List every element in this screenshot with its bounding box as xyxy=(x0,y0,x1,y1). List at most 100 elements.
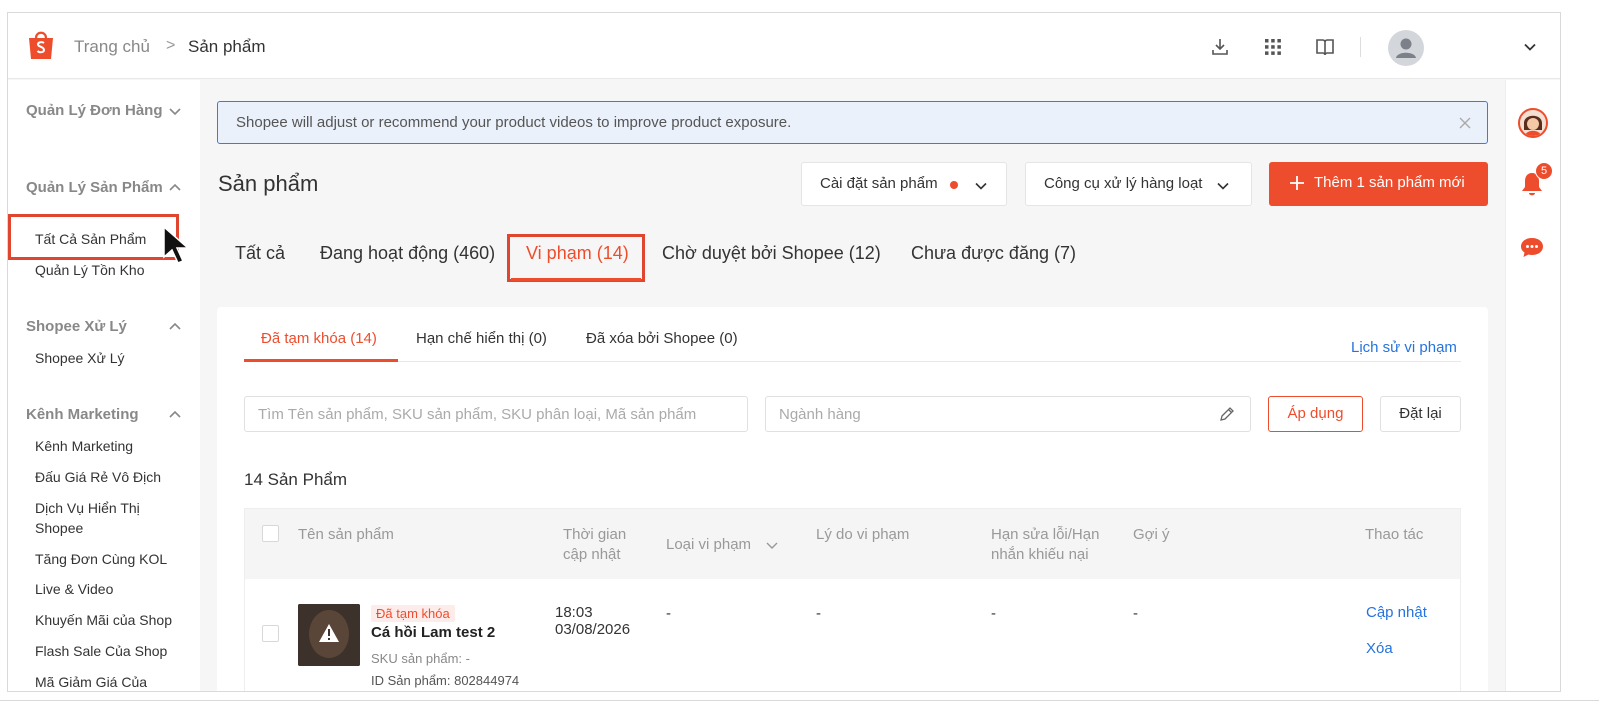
subtab-deleted-by-shopee[interactable]: Đã xóa bởi Shopee (0) xyxy=(586,330,738,347)
close-icon[interactable] xyxy=(1458,116,1472,130)
delete-link[interactable]: Xóa xyxy=(1366,640,1393,657)
sidebar-item-display-service[interactable]: Dịch Vụ Hiển Thị Shopee xyxy=(35,498,185,538)
table-row: Đã tạm khóa Cá hồi Lam test 2 SKU sản ph… xyxy=(245,579,1460,691)
sidebar-item-live-video[interactable]: Live & Video xyxy=(35,579,185,599)
header-actions: Thao tác xyxy=(1365,526,1424,543)
header-reason: Lý do vi phạm xyxy=(816,526,910,543)
active-subtab-underline xyxy=(244,359,398,362)
update-link[interactable]: Cập nhật xyxy=(1366,604,1427,621)
chevron-down-icon xyxy=(975,182,987,190)
header-updated-line1: Thời gian xyxy=(563,526,627,543)
chevron-up-icon[interactable] xyxy=(168,181,182,195)
sidebar-item-shop-promotion[interactable]: Khuyến Mãi của Shop xyxy=(35,610,185,630)
product-settings-button[interactable]: Cài đặt sản phẩm xyxy=(801,162,1007,206)
subtab-limited-display[interactable]: Hạn chế hiển thị (0) xyxy=(416,330,547,347)
avatar[interactable] xyxy=(1388,30,1424,66)
violation-type-value: - xyxy=(666,605,671,622)
header-product-name: Tên sản phẩm xyxy=(298,526,394,543)
app-window: Trang chủ > Sản phẩm Quản Lý Đơn Hàng Qu… xyxy=(7,12,1561,692)
right-bar: 5 xyxy=(1505,80,1560,691)
pencil-icon[interactable] xyxy=(1219,406,1235,422)
header-updated-line2: cập nhật xyxy=(563,546,621,563)
subtab-suspended[interactable]: Đã tạm khóa (14) xyxy=(261,330,377,347)
sidebar-item-shopee-handle[interactable]: Shopee Xử Lý xyxy=(35,348,185,368)
warning-icon xyxy=(298,604,360,666)
apply-button[interactable]: Áp dụng xyxy=(1268,396,1363,432)
violations-card: Đã tạm khóa (14) Hạn chế hiển thị (0) Đã… xyxy=(217,307,1488,691)
assistant-face-icon xyxy=(1523,115,1543,136)
violation-history-link[interactable]: Lịch sử vi phạm xyxy=(1351,339,1457,356)
divider xyxy=(1360,37,1361,57)
tab-active-products[interactable]: Đang hoạt động (460) xyxy=(320,243,495,264)
sidebar-group-orders[interactable]: Quản Lý Đơn Hàng xyxy=(26,101,166,121)
product-thumbnail[interactable] xyxy=(298,604,360,666)
chevron-down-icon[interactable] xyxy=(1522,39,1538,55)
breadcrumb-separator: > xyxy=(166,37,176,54)
updated-date: 03/08/2026 xyxy=(555,621,631,638)
top-bar: Trang chủ > Sản phẩm xyxy=(8,13,1560,79)
chevron-down-icon[interactable] xyxy=(765,538,779,552)
tab-unpublished[interactable]: Chưa được đăng (7) xyxy=(911,243,1076,264)
tab-pending-review[interactable]: Chờ duyệt bởi Shopee (12) xyxy=(662,243,881,264)
product-count: 14 Sản Phẩm xyxy=(244,470,348,489)
reason-value: - xyxy=(816,605,821,622)
notification-badge: 5 xyxy=(1535,162,1553,180)
search-input[interactable]: Tìm Tên sản phẩm, SKU sản phẩm, SKU phân… xyxy=(244,396,748,432)
sidebar-highlight-box xyxy=(8,214,179,260)
download-icon[interactable] xyxy=(1209,36,1231,58)
chat-icon[interactable] xyxy=(1519,235,1545,259)
info-banner: Shopee will adjust or recommend your pro… xyxy=(217,101,1488,144)
select-all-checkbox[interactable] xyxy=(262,525,279,542)
banner-text: Shopee will adjust or recommend your pro… xyxy=(236,114,792,131)
chevron-down-icon xyxy=(1217,182,1229,190)
add-product-button[interactable]: Thêm 1 sản phẩm mới xyxy=(1269,162,1488,206)
sidebar-item-kol[interactable]: Tăng Đơn Cùng KOL xyxy=(35,549,185,569)
book-icon[interactable] xyxy=(1314,36,1336,58)
reset-button[interactable]: Đặt lại xyxy=(1380,396,1461,432)
bulk-tools-label: Công cụ xử lý hàng loạt xyxy=(1044,175,1203,192)
breadcrumb-current: Sản phẩm xyxy=(188,37,266,56)
tab-highlight-box xyxy=(507,234,645,282)
bulk-tools-button[interactable]: Công cụ xử lý hàng loạt xyxy=(1025,162,1252,206)
chevron-up-icon[interactable] xyxy=(168,320,182,334)
add-product-label: Thêm 1 sản phẩm mới xyxy=(1314,174,1465,191)
product-name[interactable]: Cá hồi Lam test 2 xyxy=(371,624,495,641)
sidebar: Quản Lý Đơn Hàng Quản Lý Sản Phẩm Tất Cả… xyxy=(8,80,200,691)
row-checkbox[interactable] xyxy=(262,625,279,642)
suggestion-value: - xyxy=(1133,605,1138,622)
header-deadline-line1: Hạn sửa lỗi/Hạn xyxy=(991,526,1100,543)
product-sku: SKU sản phẩm: - xyxy=(371,651,470,666)
sidebar-item-vouchers[interactable]: Mã Giảm Giá Của xyxy=(35,672,185,691)
chevron-up-icon[interactable] xyxy=(168,408,182,422)
status-badge: Đã tạm khóa xyxy=(371,605,455,622)
breadcrumb-home[interactable]: Trang chủ xyxy=(74,37,150,57)
header-suggestion: Gợi ý xyxy=(1133,526,1170,543)
chevron-down-icon[interactable] xyxy=(168,104,182,118)
category-field[interactable]: Ngành hàng xyxy=(765,396,1251,432)
header-violation-type[interactable]: Loại vi phạm xyxy=(666,535,751,555)
shopee-logo-icon[interactable] xyxy=(26,29,56,61)
red-dot-indicator xyxy=(950,181,958,189)
assistant-avatar[interactable] xyxy=(1518,108,1548,138)
sidebar-item-auction[interactable]: Đấu Giá Rẻ Vô Địch xyxy=(35,467,185,487)
sidebar-group-marketing[interactable]: Kênh Marketing xyxy=(26,405,166,425)
window-bottom-edge xyxy=(0,700,1599,701)
header-deadline-line2: nhắn khiếu nại xyxy=(991,546,1089,563)
product-settings-label: Cài đặt sản phẩm xyxy=(820,175,938,192)
sidebar-item-marketing[interactable]: Kênh Marketing xyxy=(35,436,185,456)
sidebar-item-flash-sale[interactable]: Flash Sale Của Shop xyxy=(35,641,185,661)
table-header: Tên sản phẩm Thời gian cập nhật Loại vi … xyxy=(245,509,1460,579)
page-title: Sản phẩm xyxy=(218,171,319,196)
sidebar-group-shopee-handle[interactable]: Shopee Xử Lý xyxy=(26,317,166,337)
sidebar-group-products[interactable]: Quản Lý Sản Phẩm xyxy=(26,178,166,198)
mouse-cursor-icon xyxy=(163,225,190,264)
subtab-divider xyxy=(244,361,1461,362)
product-id: ID Sản phẩm: 802844974 xyxy=(371,673,520,688)
updated-time: 18:03 xyxy=(555,604,593,621)
active-tab-underline xyxy=(511,278,641,281)
deadline-value: - xyxy=(991,605,996,622)
apps-grid-icon[interactable] xyxy=(1262,36,1284,58)
tab-all[interactable]: Tất cả xyxy=(235,243,285,264)
user-icon xyxy=(1396,38,1416,58)
products-table: Tên sản phẩm Thời gian cập nhật Loại vi … xyxy=(244,508,1461,691)
